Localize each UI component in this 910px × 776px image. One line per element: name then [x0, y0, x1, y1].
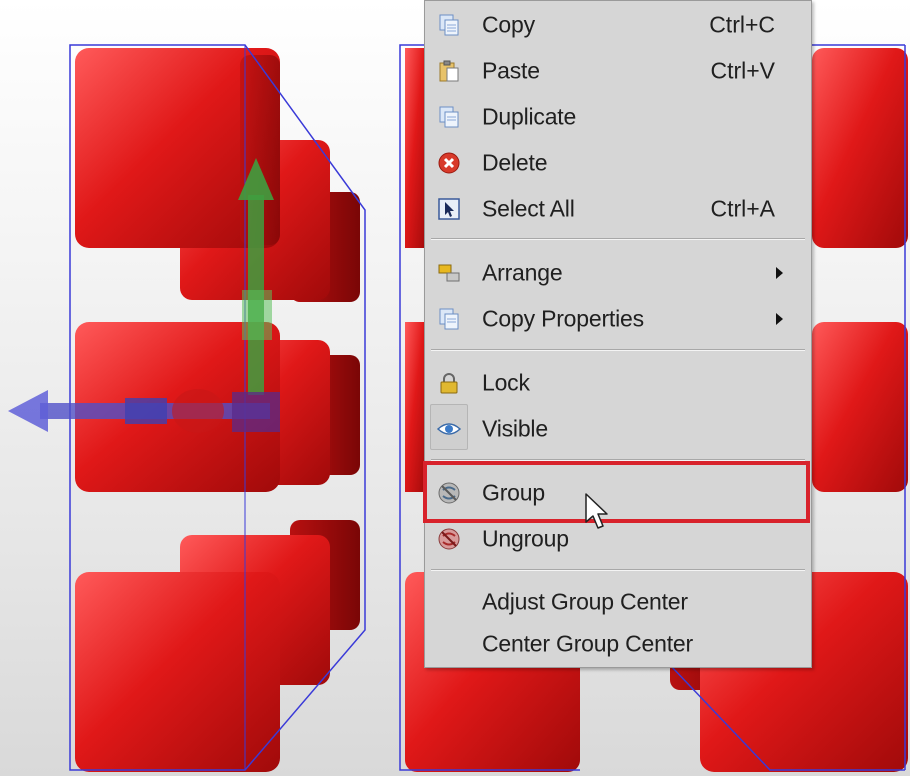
lock-icon	[440, 373, 458, 394]
menu-item-label: Arrange	[482, 259, 563, 286]
x-axis-arrow-icon[interactable]	[8, 390, 48, 432]
eye-icon	[437, 423, 461, 435]
cube	[812, 322, 908, 492]
submenu-arrow-icon	[776, 267, 783, 279]
gizmo-center[interactable]	[232, 392, 280, 432]
menu-item-adjust-group-center[interactable]: Adjust Group Center	[425, 580, 811, 624]
menu-item-shortcut: Ctrl+V	[710, 57, 775, 84]
cube	[812, 48, 908, 248]
select-all-icon	[438, 198, 460, 220]
menu-item-shortcut: Ctrl+C	[709, 11, 775, 38]
menu-item-label: Lock	[482, 369, 530, 396]
duplicate-icon	[439, 106, 459, 128]
menu-item-delete[interactable]: Delete	[425, 141, 811, 185]
menu-item-arrange[interactable]: Arrange	[425, 251, 811, 295]
menu-item-copy[interactable]: Copy Ctrl+C	[425, 3, 811, 47]
delete-icon	[438, 152, 460, 174]
arrange-icon	[438, 264, 460, 282]
menu-item-label: Select All	[482, 195, 575, 222]
menu-separator	[431, 238, 805, 240]
cube	[75, 572, 280, 772]
menu-item-label: Copy Properties	[482, 305, 644, 332]
x-axis-scale-box	[125, 398, 167, 424]
menu-item-shortcut: Ctrl+A	[710, 195, 775, 222]
menu-item-ungroup[interactable]: Ungroup	[425, 517, 811, 561]
highlight-callout-box	[423, 461, 810, 523]
menu-item-label: Duplicate	[482, 103, 577, 130]
menu-item-label: Adjust Group Center	[482, 588, 688, 615]
copy-properties-icon	[439, 308, 459, 330]
mouse-cursor-icon	[585, 493, 608, 529]
menu-separator	[431, 349, 805, 351]
copy-icon	[439, 14, 459, 36]
menu-separator	[431, 569, 805, 571]
menu-item-label: Delete	[482, 149, 548, 176]
paste-icon	[439, 60, 459, 82]
y-axis-scale-box	[242, 290, 272, 340]
context-menu[interactable]: Copy Ctrl+C Paste Ctrl+V Duplicate Delet…	[424, 0, 812, 668]
menu-item-select-all[interactable]: Select All Ctrl+A	[425, 187, 811, 231]
menu-item-paste[interactable]: Paste Ctrl+V	[425, 49, 811, 93]
menu-item-label: Copy	[482, 11, 535, 38]
menu-item-center-group-center[interactable]: Center Group Center	[425, 622, 811, 666]
menu-item-label: Visible	[482, 415, 548, 442]
menu-item-label: Paste	[482, 57, 540, 84]
z-axis-handle[interactable]	[172, 389, 224, 433]
menu-item-copy-properties[interactable]: Copy Properties	[425, 297, 811, 341]
menu-item-duplicate[interactable]: Duplicate	[425, 95, 811, 139]
ungroup-icon	[438, 528, 460, 550]
submenu-arrow-icon	[776, 313, 783, 325]
menu-item-lock[interactable]: Lock	[425, 361, 811, 405]
menu-item-label: Ungroup	[482, 525, 569, 552]
menu-item-visible[interactable]: Visible	[425, 404, 811, 451]
menu-item-label: Center Group Center	[482, 630, 693, 657]
